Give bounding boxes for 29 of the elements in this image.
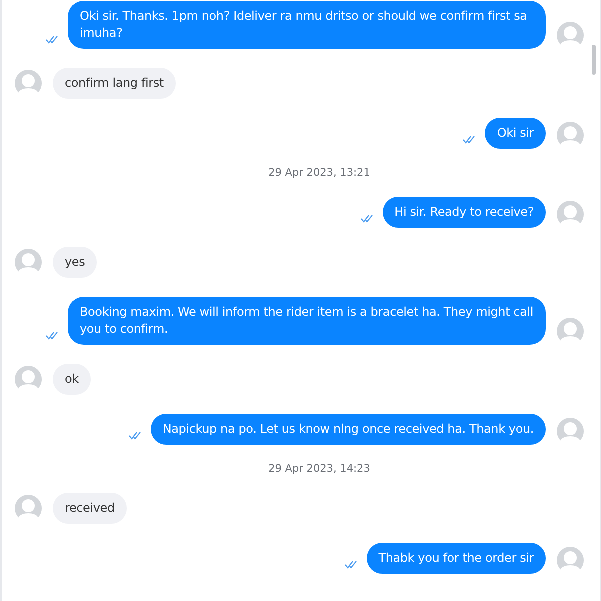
avatar-icon [557, 22, 584, 49]
message-bubble: Hi sir. Ready to receive? [382, 197, 546, 228]
avatar-icon [15, 495, 42, 522]
message-bubble: received [53, 493, 127, 524]
double-check-icon [46, 332, 58, 340]
scrollbar-thumb[interactable] [592, 45, 596, 75]
message-bubble: Thabk you for the order sir [366, 543, 546, 574]
double-check-icon [46, 36, 58, 44]
avatar-icon [557, 122, 584, 149]
double-check-icon [344, 561, 357, 569]
avatar-icon [15, 249, 42, 276]
avatar-icon [557, 547, 584, 574]
avatar-icon [15, 366, 42, 393]
message-bubble: Booking maxim. We will inform the rider item is a bracelet ha. They might call you to confirm. [68, 297, 546, 345]
avatar-icon [557, 318, 584, 345]
avatar-icon [15, 70, 42, 97]
message-bubble: Oki sir [485, 118, 546, 149]
double-check-icon [463, 136, 476, 144]
message-bubble: Napickup na po. Let us know nlng once received ha. Thank you. [150, 414, 546, 445]
message-bubble: ok [53, 364, 91, 395]
avatar-icon [557, 418, 584, 445]
date-divider: 29 Apr 2023, 14:23 [268, 462, 370, 476]
double-check-icon [360, 215, 373, 223]
message-bubble: confirm lang first [53, 68, 176, 99]
date-divider: 29 Apr 2023, 13:21 [268, 166, 370, 180]
message-bubble: Oki sir. Thanks. 1pm noh? Ideliver ra nmu dritso or should we confirm first sa imuha? [68, 1, 546, 49]
double-check-icon [128, 432, 141, 440]
avatar-icon [557, 201, 584, 228]
message-bubble: yes [53, 247, 98, 278]
